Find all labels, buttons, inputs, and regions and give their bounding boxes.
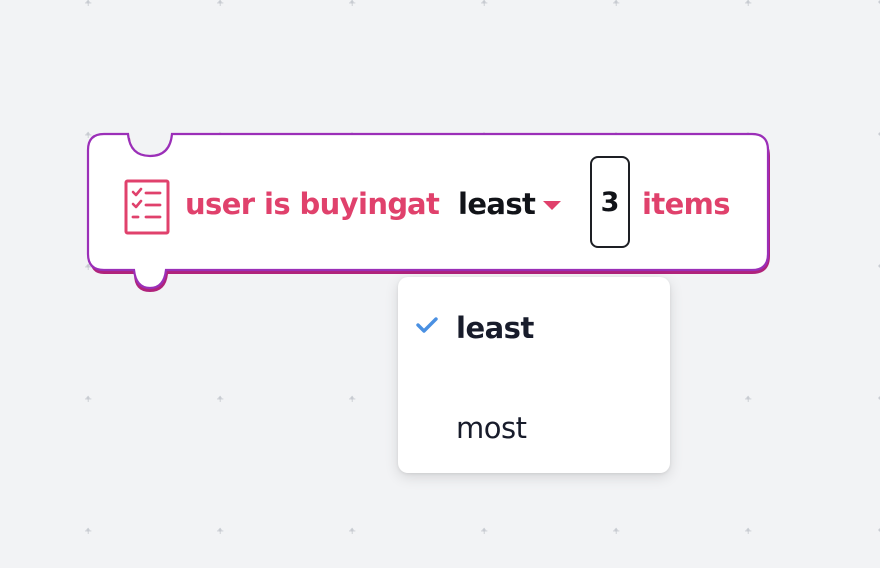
grid-marker: + — [612, 526, 621, 537]
menu-option-label: least — [456, 311, 534, 345]
menu-option-least[interactable]: least — [398, 297, 670, 357]
grid-marker: + — [216, 526, 225, 537]
grid-marker: + — [480, 0, 489, 9]
grid-marker: + — [84, 0, 93, 9]
grid-marker: + — [480, 526, 489, 537]
item-count-input[interactable]: 3 — [590, 156, 630, 248]
comparison-dropdown-value: least — [458, 187, 536, 221]
item-count-value: 3 — [600, 186, 620, 218]
checklist-icon — [124, 179, 170, 235]
grid-marker: + — [348, 0, 357, 9]
block-label-user-is-buying: user is buying — [185, 187, 408, 221]
grid-marker: + — [84, 394, 93, 405]
block-label-at: at — [407, 187, 440, 221]
grid-marker: + — [216, 394, 225, 405]
comparison-dropdown[interactable]: least — [458, 184, 562, 224]
grid-marker: + — [744, 526, 753, 537]
grid-marker: + — [348, 394, 357, 405]
grid-marker: + — [348, 526, 357, 537]
comparison-dropdown-menu: least most — [398, 277, 670, 473]
check-icon — [416, 317, 438, 333]
grid-marker: + — [744, 394, 753, 405]
grid-marker: + — [612, 0, 621, 9]
menu-option-most[interactable]: most — [398, 397, 670, 457]
caret-down-icon — [543, 201, 562, 210]
grid-marker: + — [744, 0, 753, 9]
grid-marker: + — [216, 0, 225, 9]
grid-marker: + — [84, 526, 93, 537]
block-label-items: items — [642, 187, 731, 221]
menu-option-label: most — [456, 411, 527, 445]
